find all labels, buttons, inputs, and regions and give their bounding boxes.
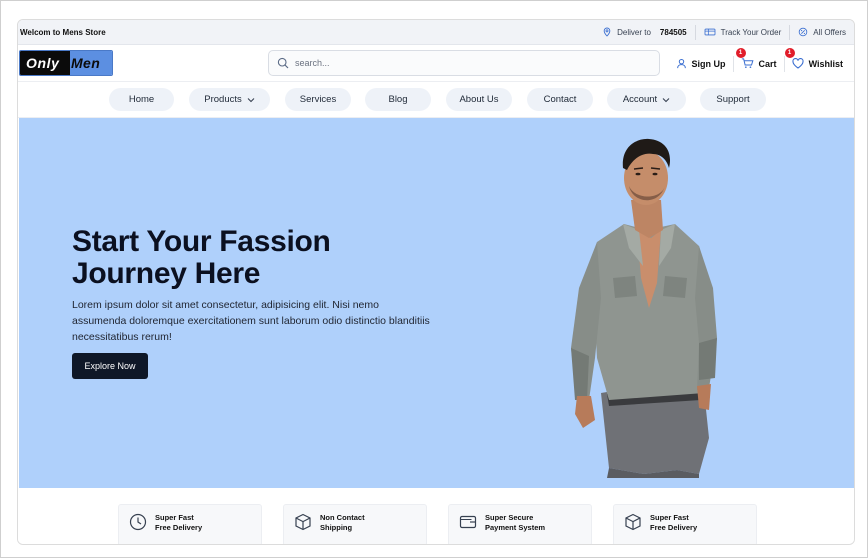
search-input[interactable] xyxy=(295,58,635,68)
feature-line2: Free Delivery xyxy=(650,523,698,532)
feature-line1: Super Fast xyxy=(650,513,689,522)
logo[interactable]: Only Men xyxy=(19,50,113,76)
search-icon xyxy=(277,57,289,69)
feature-line1: Super Fast xyxy=(155,513,194,522)
feature-card: Super Secure Payment System xyxy=(448,504,592,544)
nav-blog[interactable]: Blog xyxy=(365,88,431,111)
chevron-down-icon xyxy=(247,97,255,102)
nav-home[interactable]: Home xyxy=(109,88,174,111)
feature-card: Super Fast Free Delivery xyxy=(613,504,757,544)
wishlist-count-badge: 1 xyxy=(784,47,795,58)
wishlist-label: Wishlist xyxy=(808,58,843,69)
deliver-label: Deliver to xyxy=(617,27,651,37)
logo-part1: Only xyxy=(20,51,70,75)
feature-card: Non Contact Shipping xyxy=(283,504,427,544)
nav-label: Blog xyxy=(388,94,408,105)
nav-products[interactable]: Products xyxy=(189,88,270,111)
chevron-down-icon xyxy=(662,97,670,102)
wishlist-button[interactable]: 1 Wishlist xyxy=(783,47,850,72)
nav-contact[interactable]: Contact xyxy=(527,88,593,111)
all-offers-link[interactable]: All Offers xyxy=(789,24,854,40)
main-nav: Home Products Services Blog About Us Con… xyxy=(18,82,854,118)
nav-label: Services xyxy=(299,94,337,105)
track-order-link[interactable]: Track Your Order xyxy=(694,24,790,40)
page: Welcom to Mens Store Deliver to 784505 T… xyxy=(17,19,855,545)
pincode: 784505 xyxy=(659,27,687,37)
hero-title-line2: Journey Here xyxy=(72,257,261,290)
hero-description: Lorem ipsum dolor sit amet consectetur, … xyxy=(72,299,430,343)
site-header: Only Men Sign Up 1 Cart 1 xyxy=(18,45,854,82)
user-icon xyxy=(676,58,686,69)
offer-icon xyxy=(799,27,808,37)
feature-line2: Shipping xyxy=(320,523,353,532)
feature-line1: Non Contact xyxy=(320,513,365,522)
cart-count-badge: 1 xyxy=(735,47,746,58)
logo-part2: Men xyxy=(70,51,112,75)
welcome-text: Welcom to Mens Store xyxy=(20,27,106,37)
cart-icon xyxy=(741,58,754,68)
top-info-bar: Welcom to Mens Store Deliver to 784505 T… xyxy=(18,20,854,45)
box-icon xyxy=(295,513,311,531)
nav-services[interactable]: Services xyxy=(285,88,351,111)
track-label: Track Your Order xyxy=(720,27,782,37)
search-box xyxy=(268,50,660,76)
browser-frame: Welcom to Mens Store Deliver to 784505 T… xyxy=(0,0,868,558)
nav-label: Account xyxy=(622,94,658,105)
hero-banner: Start Your Fassion Journey Here Lorem ip… xyxy=(19,118,854,488)
nav-label: Products xyxy=(204,94,242,105)
nav-label: About Us xyxy=(459,94,499,105)
offers-label: All Offers xyxy=(813,27,846,37)
hero-title-line1: Start Your Fassion xyxy=(72,225,331,258)
box-icon xyxy=(625,513,641,531)
nav-support[interactable]: Support xyxy=(700,88,766,111)
feature-line2: Free Delivery xyxy=(155,523,203,532)
nav-about[interactable]: About Us xyxy=(446,88,512,111)
features-strip: Super Fast Free Delivery Non Contact Shipp… xyxy=(18,488,854,544)
explore-now-button[interactable]: Explore Now xyxy=(72,353,148,379)
hero-title: Start Your Fassion Journey Here xyxy=(72,226,392,290)
clock-icon xyxy=(129,513,147,531)
feature-line1: Super Secure xyxy=(485,513,534,522)
nav-account[interactable]: Account xyxy=(607,88,686,111)
header-actions: Sign Up 1 Cart 1 Wishlist xyxy=(669,45,850,82)
nav-label: Contact xyxy=(543,94,577,105)
map-pin-icon xyxy=(603,27,611,37)
cart-button[interactable]: 1 Cart xyxy=(732,47,784,72)
heart-icon xyxy=(792,58,804,69)
wallet-icon xyxy=(459,515,477,529)
topbar-right: Deliver to 784505 Track Your Order All O… xyxy=(594,20,854,44)
nav-label: Support xyxy=(716,94,750,105)
hero-model-image xyxy=(571,138,717,478)
cart-label: Cart xyxy=(758,58,777,69)
feature-line2: Payment System xyxy=(485,523,546,532)
signup-button[interactable]: Sign Up xyxy=(669,56,733,72)
nav-label: Home xyxy=(128,94,155,105)
truck-icon xyxy=(704,28,716,36)
feature-card: Super Fast Free Delivery xyxy=(118,504,262,544)
signup-label: Sign Up xyxy=(691,58,726,69)
deliver-to-link[interactable]: Deliver to 784505 xyxy=(594,25,695,40)
